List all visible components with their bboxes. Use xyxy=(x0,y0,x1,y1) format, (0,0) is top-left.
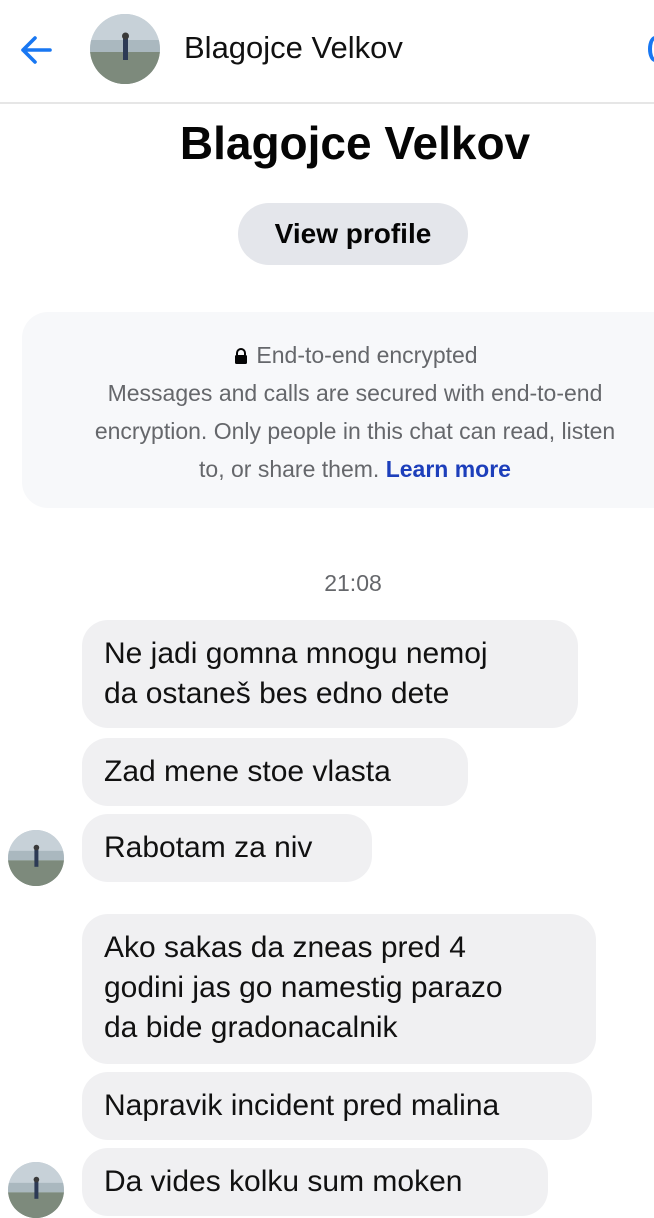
message-bubble[interactable]: Ako sakas da zneas pred 4 godini jas go … xyxy=(82,914,596,1064)
message-text: Zad mene stoe vlasta xyxy=(104,755,391,788)
header-title[interactable]: Blagojce Velkov xyxy=(184,30,403,66)
encryption-text-line: to, or share them. xyxy=(199,456,380,482)
profile-name: Blagojce Velkov xyxy=(179,117,531,169)
encryption-text-last-line: to, or share them. Learn more xyxy=(0,456,654,483)
chat-header: Blagojce Velkov xyxy=(0,0,654,104)
message-text: Napravik incident pred malina xyxy=(104,1089,500,1122)
message-bubble[interactable]: Da vides kolku sum moken xyxy=(82,1148,548,1216)
lock-icon xyxy=(235,348,248,364)
encryption-text-line: Messages and calls are secured with end-… xyxy=(107,380,603,406)
message-text: Da vides kolku sum moken xyxy=(104,1165,463,1198)
message-text: Ne jadi gomna mnogu nemoj xyxy=(104,637,488,670)
back-arrow-icon xyxy=(21,36,52,64)
message-text: da ostaneš bes edno dete xyxy=(104,677,450,710)
message-bubble[interactable]: Rabotam za niv xyxy=(82,814,372,882)
contact-avatar[interactable] xyxy=(90,14,160,84)
view-profile-button[interactable]: View profile xyxy=(238,203,468,265)
message-text: da bide gradonacalnik xyxy=(104,1011,398,1044)
message-text: godini jas go namestig parazo xyxy=(104,971,503,1004)
message-text: Rabotam za niv xyxy=(104,831,313,864)
encryption-title-row: End-to-end encrypted xyxy=(0,342,654,369)
learn-more-link[interactable]: Learn more xyxy=(386,456,511,482)
back-button[interactable] xyxy=(14,28,58,72)
call-icon[interactable] xyxy=(648,36,654,62)
sender-avatar[interactable] xyxy=(8,830,64,886)
message-bubble[interactable]: Ne jadi gomna mnogu nemoj da ostaneš bes… xyxy=(82,620,578,728)
sender-avatar[interactable] xyxy=(8,1162,64,1218)
message-bubble[interactable]: Zad mene stoe vlasta xyxy=(82,738,468,806)
encryption-title: End-to-end encrypted xyxy=(256,342,478,368)
encryption-text-line: encryption. Only people in this chat can… xyxy=(94,418,616,444)
message-timestamp: 21:08 xyxy=(324,570,382,596)
message-bubble[interactable]: Napravik incident pred malina xyxy=(82,1072,592,1140)
message-text: Ako sakas da zneas pred 4 xyxy=(104,931,466,964)
